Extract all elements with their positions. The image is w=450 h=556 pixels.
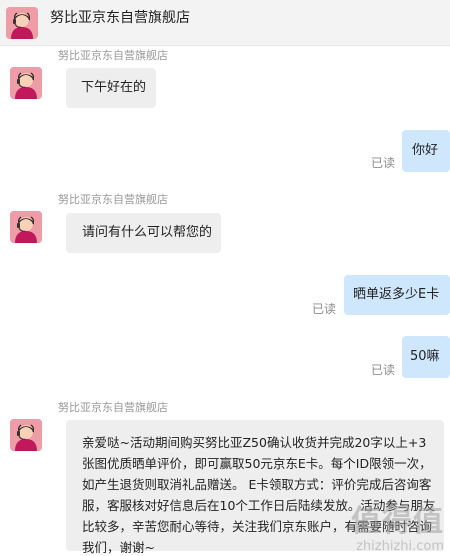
message-bubble-incoming[interactable]: 下午好在的 <box>66 68 156 108</box>
message-bubble-outgoing[interactable]: 50嘛 <box>402 336 450 378</box>
store-avatar[interactable] <box>10 67 42 99</box>
store-avatar[interactable] <box>10 419 42 451</box>
message-sender: 努比亚京东自营旗舰店 <box>58 193 168 206</box>
read-status: 已读 <box>312 302 337 316</box>
message-sender: 努比亚京东自营旗舰店 <box>58 49 168 62</box>
message-text: 你好 <box>412 143 439 158</box>
watermark-logo-text: 值得值 <box>351 504 444 539</box>
chat-title: 努比亚京东自营旗舰店 <box>50 10 190 26</box>
read-status: 已读 <box>371 156 396 170</box>
message-text: 50嘛 <box>410 349 440 364</box>
chat-header: 努比亚京东自营旗舰店 <box>0 0 450 46</box>
message-bubble-incoming[interactable]: 请问有什么可以帮您的 <box>66 213 221 253</box>
message-text: 晒单返多少E卡 <box>353 287 440 302</box>
site-watermark: 值得值 zhizhizhi.com <box>351 504 444 555</box>
store-avatar[interactable] <box>10 211 42 243</box>
watermark-url: zhizhizhi.com <box>356 539 444 554</box>
message-text: 请问有什么可以帮您的 <box>82 225 213 240</box>
message-text: 下午好在的 <box>81 80 147 95</box>
store-avatar[interactable] <box>6 7 38 39</box>
message-bubble-outgoing[interactable]: 晒单返多少E卡 <box>344 275 450 315</box>
message-bubble-outgoing[interactable]: 你好 <box>402 130 450 172</box>
message-sender: 努比亚京东自营旗舰店 <box>58 401 168 414</box>
read-status: 已读 <box>371 363 396 377</box>
